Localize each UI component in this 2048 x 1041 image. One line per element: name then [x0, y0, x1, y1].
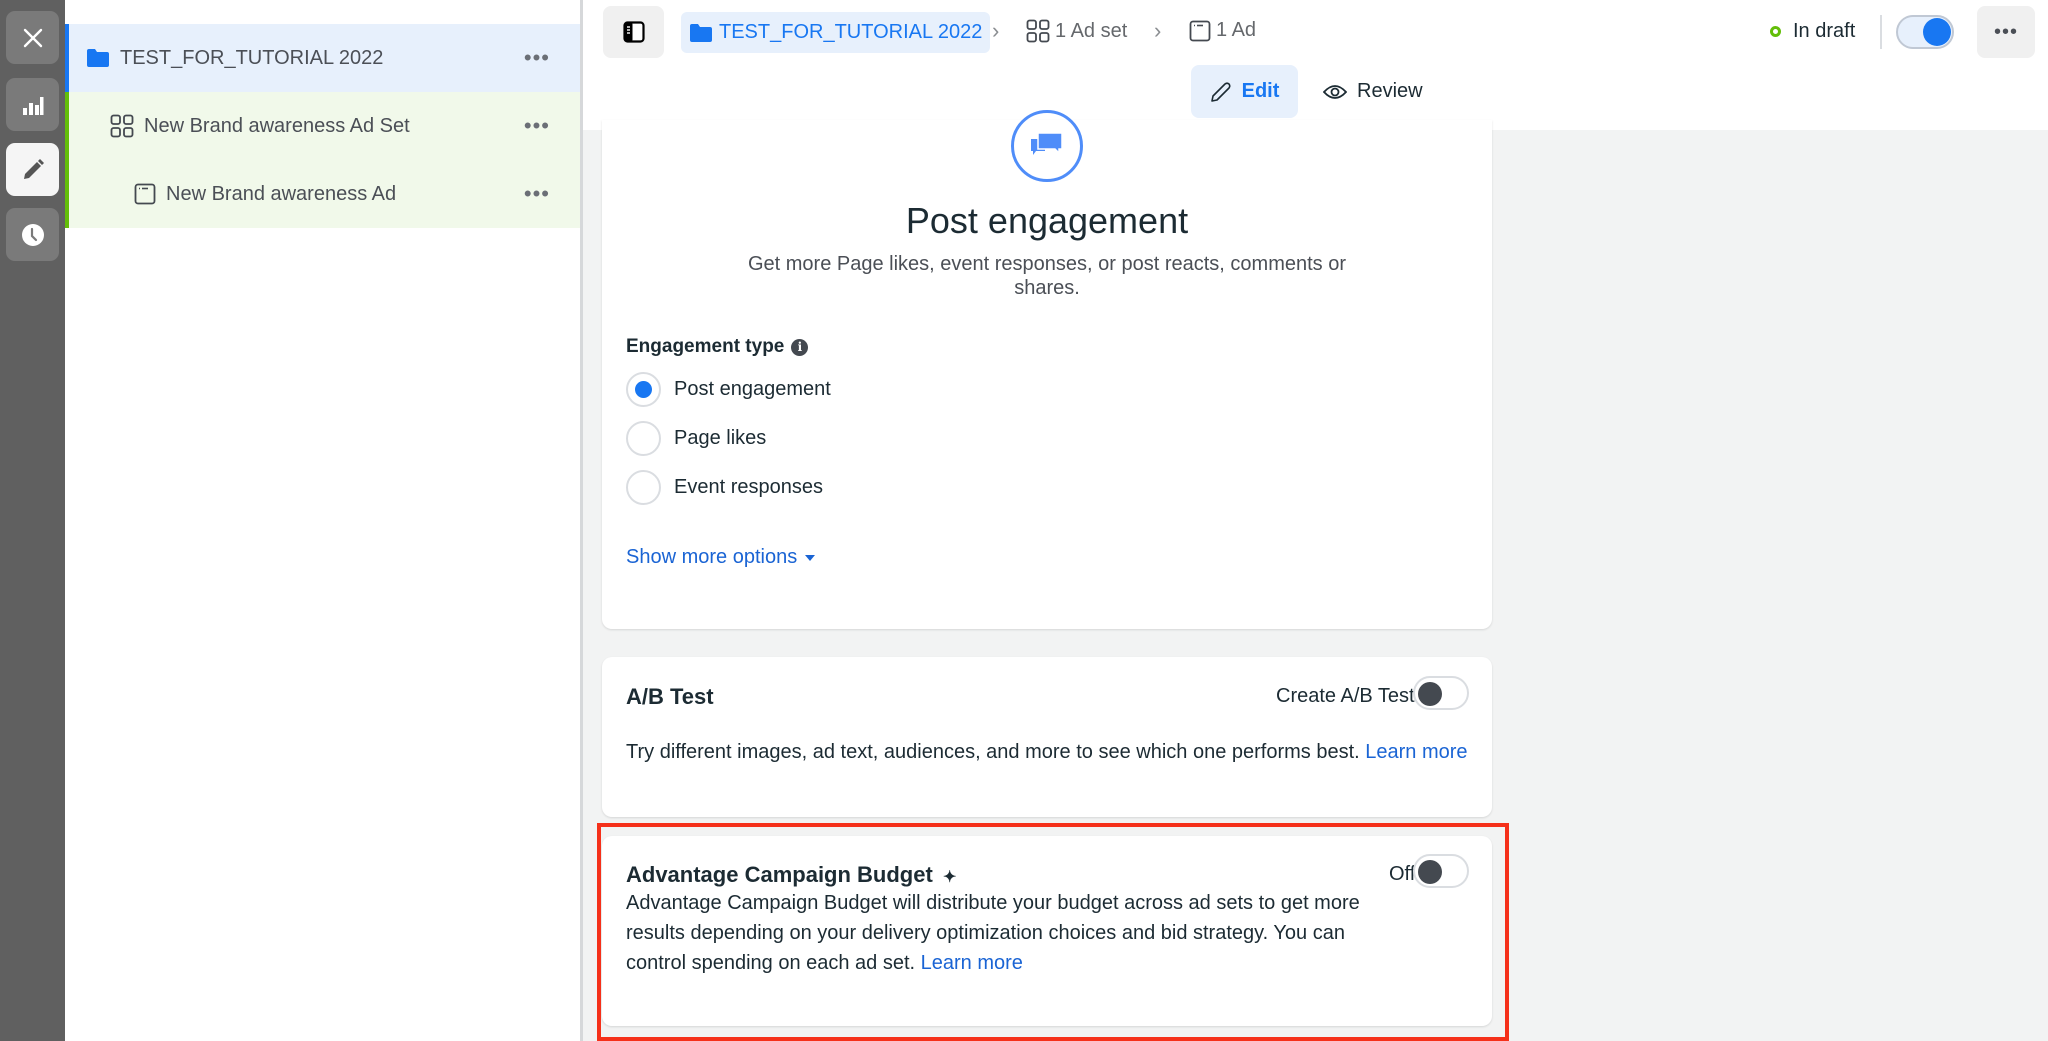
tree-item-label: TEST_FOR_TUTORIAL 2022	[120, 46, 384, 69]
pencil-icon	[23, 158, 44, 179]
engagement-type-label: Engagement type i	[626, 336, 809, 358]
tab-review-label: Review	[1357, 80, 1423, 102]
objective-title: Post engagement	[905, 200, 1189, 241]
tab-review[interactable]: Review	[1323, 65, 1423, 118]
ab-test-toggle[interactable]	[1413, 676, 1469, 710]
objective-description: Get more Page likes, event responses, or…	[747, 253, 1347, 299]
radio-label: Page likes	[674, 427, 767, 449]
breadcrumb-adset[interactable]: 1 Ad set	[1026, 19, 1127, 43]
acb-title: Advantage Campaign Budget	[626, 862, 933, 887]
header-divider	[1880, 15, 1882, 49]
acb-toggle[interactable]	[1413, 854, 1469, 888]
toggle-knob	[1418, 860, 1442, 884]
acb-toggle-label: Off	[1389, 863, 1416, 885]
info-icon[interactable]: i	[791, 338, 809, 356]
tab-edit[interactable]: Edit	[1191, 65, 1298, 118]
status-label: In draft	[1793, 20, 1856, 42]
show-more-label: Show more options	[626, 546, 798, 568]
breadcrumb-campaign[interactable]: TEST_FOR_TUTORIAL 2022	[681, 12, 991, 53]
ab-test-title: A/B Test	[626, 684, 714, 709]
radio-button[interactable]	[626, 421, 661, 456]
tree-item-campaign[interactable]: TEST_FOR_TUTORIAL 2022 •••	[65, 24, 580, 92]
radio-label: Post engagement	[674, 378, 831, 400]
history-button[interactable]	[6, 208, 59, 261]
acb-description: Advantage Campaign Budget will distribut…	[626, 888, 1371, 978]
clock-icon	[21, 223, 44, 246]
toggle-knob	[1923, 18, 1951, 46]
more-options-icon[interactable]: •••	[524, 47, 550, 69]
pencil-outline-icon	[1210, 81, 1231, 102]
left-rail	[0, 0, 65, 1041]
chat-bubbles-icon	[1031, 132, 1063, 155]
status-dot-icon	[1770, 26, 1781, 37]
tree-item-label: New Brand awareness Ad	[166, 182, 397, 205]
draft-status: In draft	[1770, 20, 1855, 43]
tree-item-ad[interactable]: New Brand awareness Ad •••	[65, 160, 580, 228]
close-button[interactable]	[6, 11, 59, 64]
toggle-knob	[1418, 682, 1442, 706]
more-options-icon[interactable]: •••	[524, 183, 550, 205]
breadcrumb-ad[interactable]: 1 Ad	[1189, 19, 1256, 42]
close-icon	[23, 28, 42, 47]
campaign-tree-panel: TEST_FOR_TUTORIAL 2022 ••• New Brand awa…	[65, 0, 583, 1041]
tree-item-label: New Brand awareness Ad Set	[144, 114, 410, 137]
folder-icon	[87, 49, 109, 67]
radio-post-engagement[interactable]: Post engagement	[626, 372, 831, 407]
reporting-button[interactable]	[6, 78, 59, 131]
more-actions-button[interactable]: •••	[1977, 6, 2035, 58]
ab-test-description-text: Try different images, ad text, audiences…	[626, 741, 1360, 763]
ab-test-toggle-label: Create A/B Test	[1276, 685, 1415, 707]
objective-card: Post engagement Get more Page likes, eve…	[602, 110, 1492, 629]
campaign-on-off-toggle[interactable]	[1896, 15, 1954, 49]
editor-main: Post engagement Get more Page likes, eve…	[583, 110, 2048, 1041]
breadcrumb-ad-label: 1 Ad	[1216, 19, 1257, 41]
show-more-options-link[interactable]: Show more options	[626, 546, 816, 569]
tree-item-adset[interactable]: New Brand awareness Ad Set •••	[65, 92, 580, 160]
more-options-icon[interactable]: •••	[524, 115, 550, 137]
chevron-right-icon: ›	[1154, 18, 1162, 43]
acb-learn-more-link[interactable]: Learn more	[921, 952, 1023, 974]
breadcrumb-campaign-label: TEST_FOR_TUTORIAL 2022	[719, 21, 983, 43]
radio-event-responses[interactable]: Event responses	[626, 470, 823, 505]
ad-window-icon	[1189, 20, 1211, 41]
eye-icon	[1323, 84, 1347, 99]
grid-icon	[1026, 19, 1050, 43]
tab-edit-label: Edit	[1241, 80, 1280, 102]
sparkle-icon: ✦	[942, 869, 957, 886]
ab-test-learn-more-link[interactable]: Learn more	[1365, 741, 1467, 763]
ad-window-icon	[134, 183, 156, 205]
radio-label: Event responses	[674, 476, 823, 498]
sidebar-panel-icon	[622, 21, 645, 43]
edit-mode-button[interactable]	[6, 143, 59, 196]
editor-header: TEST_FOR_TUTORIAL 2022 › 1 Ad set › 1 Ad…	[583, 0, 2048, 130]
ab-test-card: A/B Test Create A/B Test Try different i…	[602, 657, 1492, 817]
grid-icon	[110, 114, 134, 138]
advantage-campaign-budget-card: Advantage Campaign Budget ✦ Off Advantag…	[602, 836, 1492, 1026]
sidebar-toggle-button[interactable]	[603, 6, 664, 58]
bar-chart-icon	[22, 96, 43, 115]
radio-button-selected[interactable]	[626, 372, 661, 407]
chevron-right-icon: ›	[992, 18, 1000, 43]
breadcrumb-adset-label: 1 Ad set	[1055, 19, 1128, 42]
radio-page-likes[interactable]: Page likes	[626, 421, 766, 456]
ab-test-description: Try different images, ad text, audiences…	[626, 737, 1476, 767]
caret-down-icon	[805, 554, 816, 561]
acb-title-row: Advantage Campaign Budget ✦	[626, 862, 956, 888]
radio-button[interactable]	[626, 470, 661, 505]
objective-icon-circle	[1011, 110, 1083, 182]
engagement-type-text: Engagement type	[626, 336, 785, 357]
folder-icon	[690, 23, 712, 42]
